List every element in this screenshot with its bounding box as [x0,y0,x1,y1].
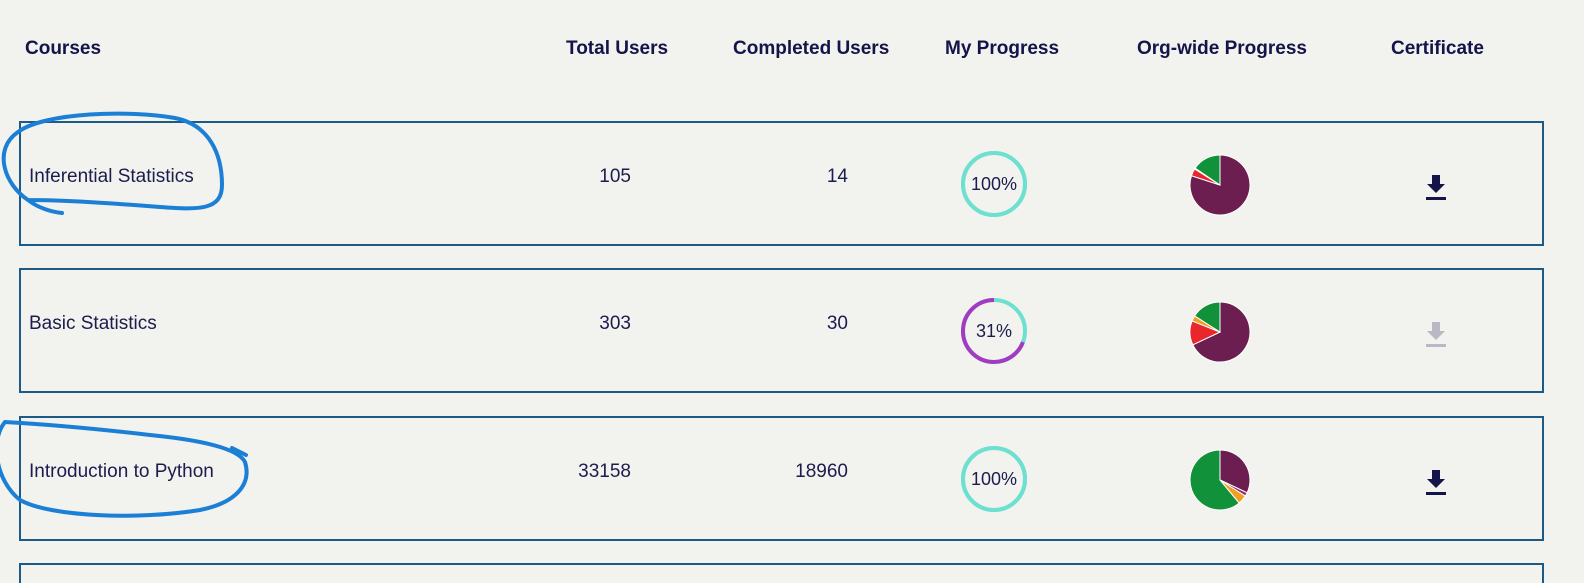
total-users-value: 33158 [578,461,631,482]
course-row[interactable]: Introduction to Python 33158 18960 100% [19,416,1544,541]
my-progress-ring: 31% [959,296,1029,366]
course-row[interactable]: Basic Statistics 303 30 31% [19,268,1544,393]
my-progress-ring: 100% [959,444,1029,514]
completed-users-value: 30 [826,313,848,334]
header-courses: Courses [25,38,102,59]
completed-users-value: 18960 [795,461,848,482]
course-name[interactable]: Introduction to Python [29,461,214,483]
my-progress-value: 100% [970,174,1018,194]
table-header: Courses Total Users Completed Users My P… [0,0,1584,120]
download-icon[interactable] [1424,173,1448,201]
course-row[interactable]: Inferential Statistics 105 14 100% [19,121,1544,246]
completed-users-value: 14 [826,166,848,187]
course-name[interactable]: Basic Statistics [29,313,157,335]
org-progress-pie [1189,154,1251,216]
my-progress-value: 100% [970,469,1018,489]
my-progress-value: 31% [975,321,1013,341]
header-total-users: Total Users [566,38,669,59]
org-progress-pie [1189,449,1251,511]
course-name[interactable]: Inferential Statistics [29,166,194,188]
org-progress-pie [1189,301,1251,363]
header-certificate: Certificate [1391,38,1484,59]
total-users-value: 303 [599,313,631,334]
my-progress-ring: 100% [959,149,1029,219]
course-row[interactable] [19,563,1544,583]
download-icon [1426,322,1446,347]
total-users-value: 105 [599,166,631,187]
header-org-progress: Org-wide Progress [1137,38,1307,59]
header-my-progress: My Progress [945,38,1060,59]
download-icon[interactable] [1424,468,1448,496]
header-completed-users: Completed Users [733,38,890,59]
